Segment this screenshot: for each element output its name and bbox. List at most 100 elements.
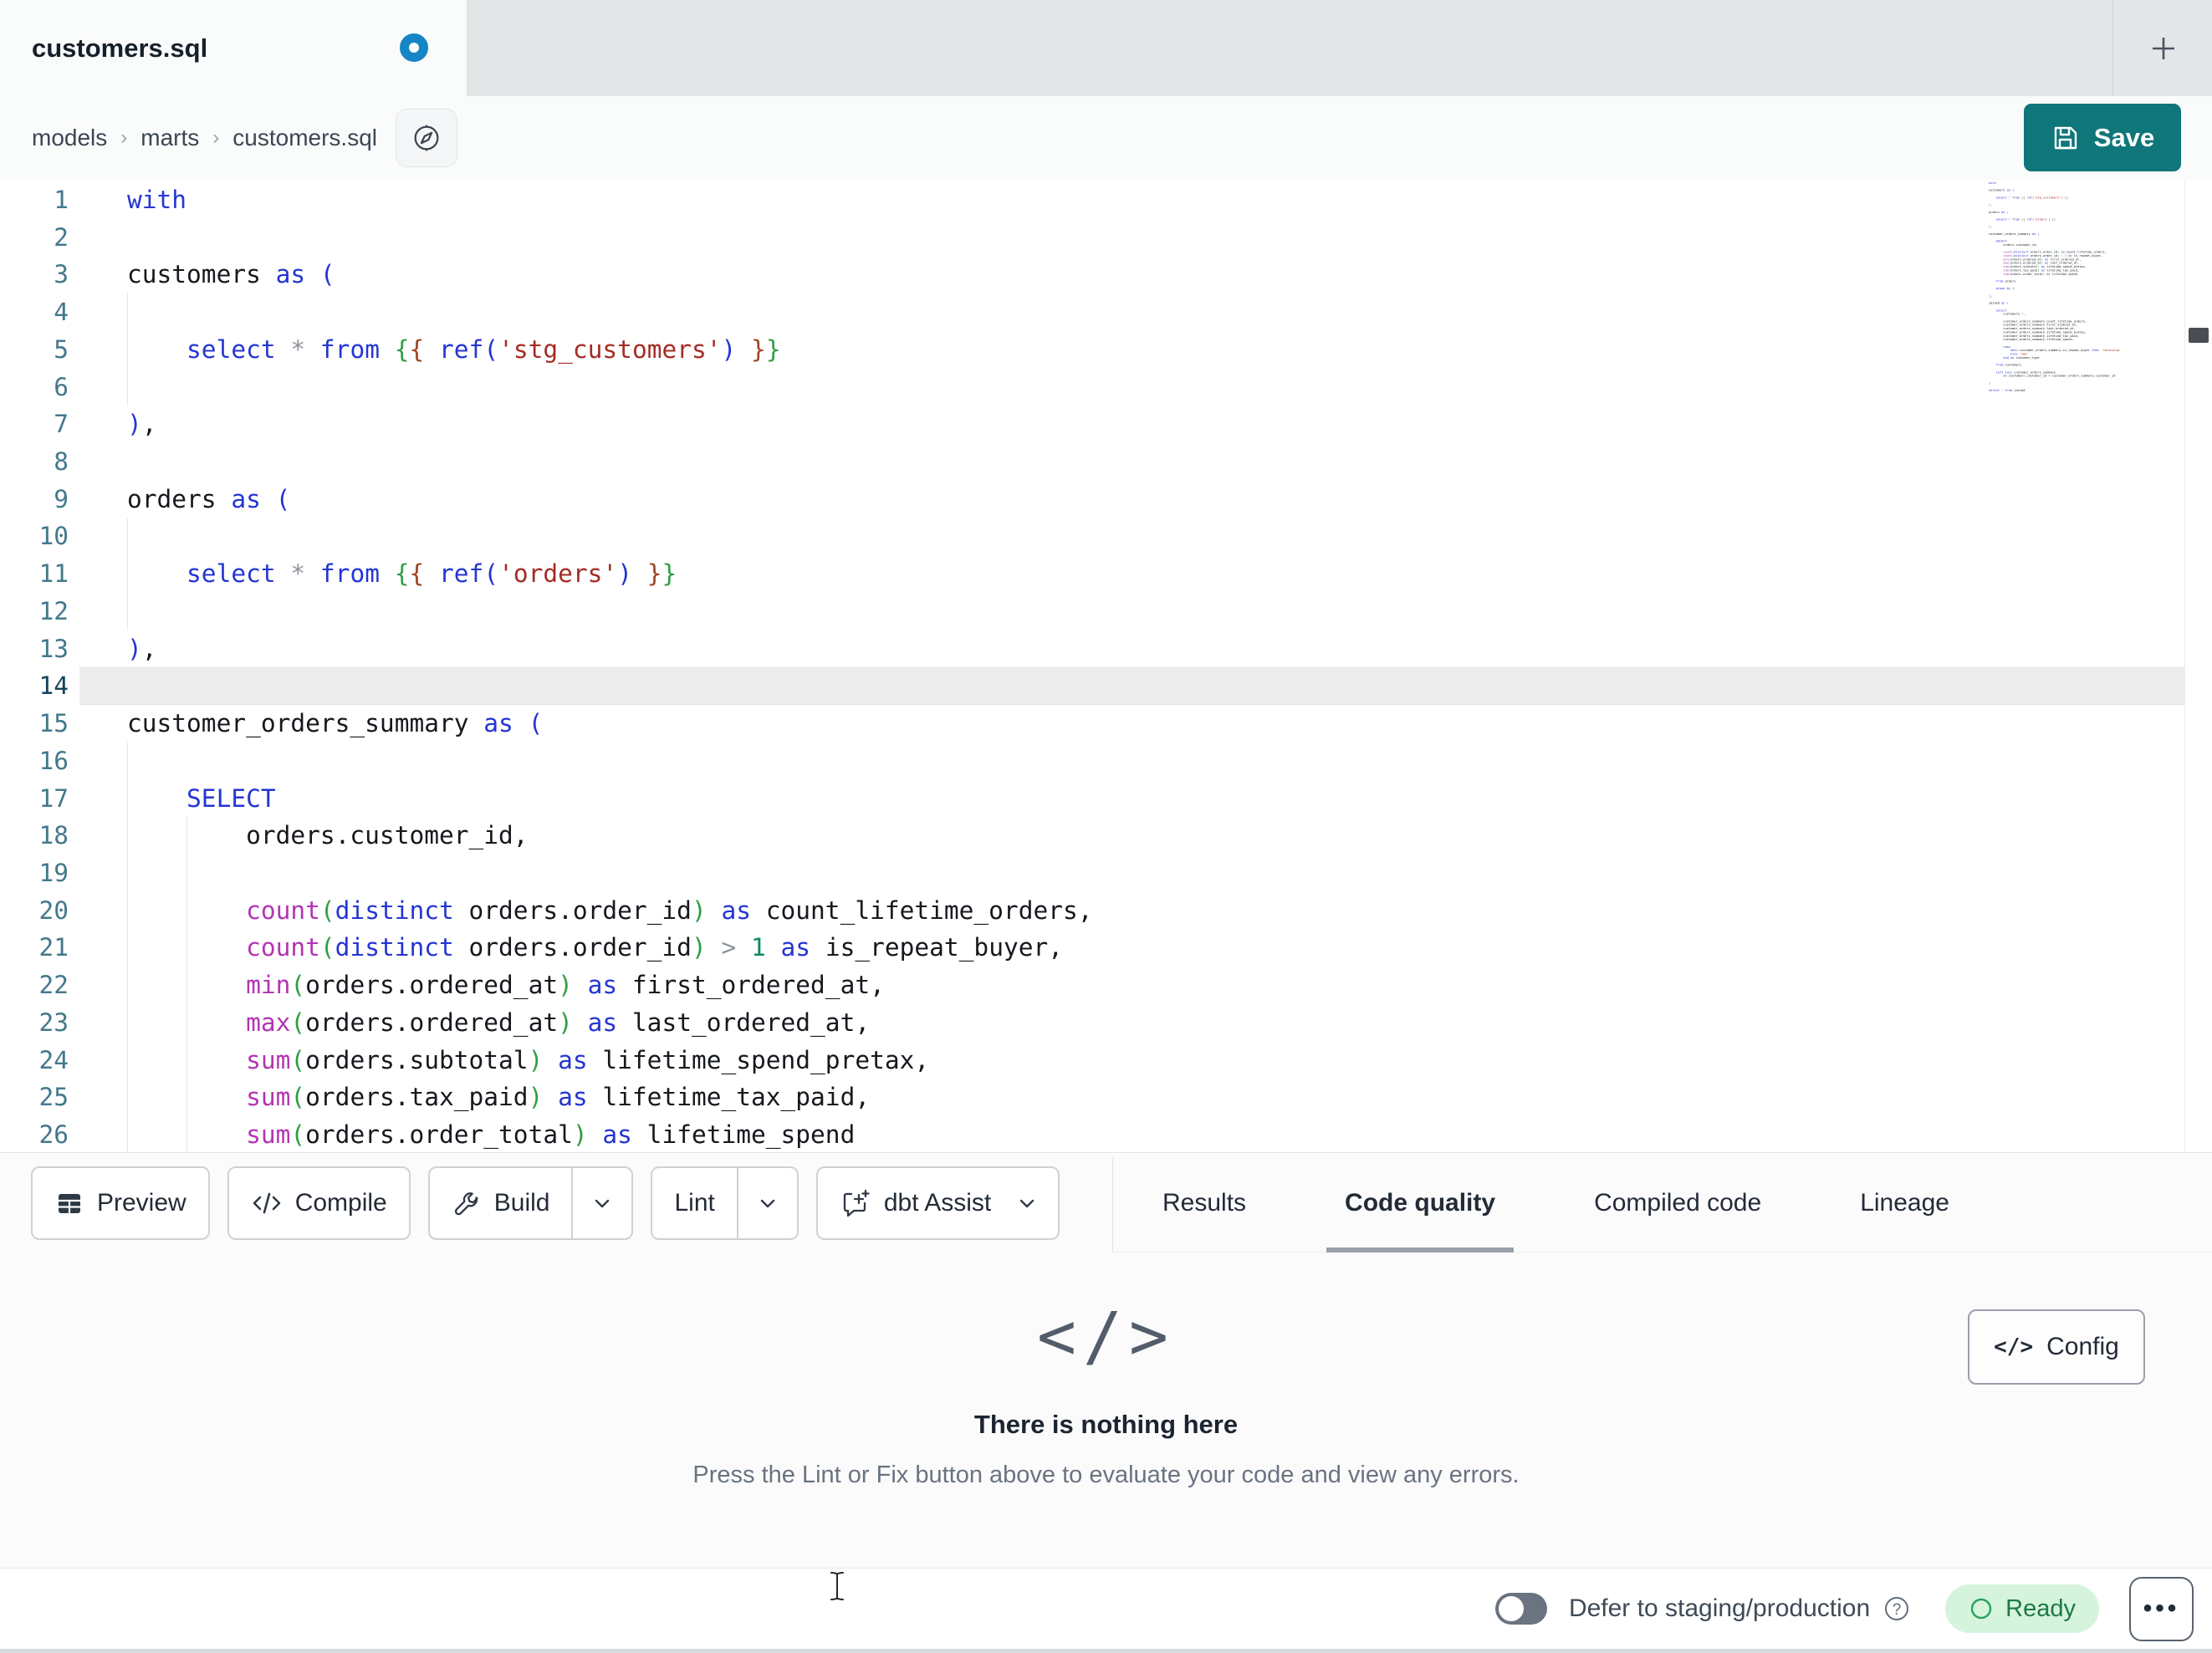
- code-line-17[interactable]: 17 SELECT: [0, 780, 2184, 818]
- compile-button[interactable]: Compile: [227, 1166, 411, 1240]
- code-line-21[interactable]: 21 count(distinct orders.order_id) > 1 a…: [0, 929, 2184, 967]
- code-line-19[interactable]: 19: [0, 855, 2184, 892]
- indent-guide: [127, 518, 128, 630]
- line-number: 5: [54, 334, 69, 364]
- more-options-button[interactable]: •••: [2129, 1576, 2194, 1641]
- code-line-9[interactable]: 9 orders as (: [0, 481, 2184, 518]
- code-line-16[interactable]: 16: [0, 742, 2184, 780]
- code-line-13[interactable]: 13),: [0, 630, 2184, 668]
- chevron-down-icon: [590, 1191, 615, 1216]
- line-number: 6: [54, 372, 69, 401]
- minimap-line: select * from joined: [1989, 388, 2026, 393]
- code-icon: </>: [1994, 1334, 2034, 1360]
- line-number: 9: [54, 484, 69, 513]
- breadcrumb-separator: ›: [212, 126, 220, 149]
- code-line-23[interactable]: 23 max(orders.ordered_at) as last_ordere…: [0, 1004, 2184, 1042]
- tab-results[interactable]: Results: [1144, 1153, 1264, 1253]
- ready-label: Ready: [2005, 1594, 2076, 1622]
- scrollbar-thumb[interactable]: [2189, 328, 2209, 343]
- code-line-7[interactable]: 7),: [0, 406, 2184, 443]
- new-tab-button[interactable]: [2112, 0, 2212, 96]
- plus-icon: [2146, 31, 2181, 66]
- empty-state: </> There is nothing here Press the Lint…: [0, 1299, 2212, 1489]
- lint-dropdown-button[interactable]: [736, 1168, 797, 1238]
- line-number: 24: [38, 1045, 69, 1074]
- dbt-assist-button[interactable]: dbt Assist: [815, 1166, 1060, 1240]
- line-number: 20: [38, 895, 69, 925]
- code-line-6[interactable]: 6: [0, 369, 2184, 406]
- code-line-4[interactable]: 4: [0, 293, 2184, 331]
- code-line-2[interactable]: 2: [0, 219, 2184, 257]
- breadcrumb: models › marts › customers.sql: [32, 125, 377, 151]
- code-line-26[interactable]: 26 sum(orders.order_total) as lifetime_s…: [0, 1116, 2184, 1152]
- code-line-15[interactable]: 15 customer_orders_summary as (: [0, 705, 2184, 742]
- save-button[interactable]: Save: [2024, 104, 2181, 171]
- panel-tabs: Results Code quality Compiled code Linea…: [1144, 1153, 1968, 1253]
- ready-circle-icon: [1969, 1596, 1994, 1621]
- line-number: 2: [54, 222, 69, 252]
- code-line-3[interactable]: 3 customers as (: [0, 256, 2184, 293]
- code-line-11[interactable]: 11 select * from {{ ref('orders') }}: [0, 555, 2184, 593]
- window-bottom-edge: [0, 1649, 2212, 1653]
- toggle-knob: [1498, 1596, 1524, 1621]
- line-number: 18: [38, 821, 69, 850]
- code-line-10[interactable]: 10: [0, 518, 2184, 555]
- help-icon[interactable]: ?: [1882, 1594, 1912, 1624]
- line-number: 25: [38, 1083, 69, 1112]
- indent-guide: [127, 293, 128, 406]
- breadcrumb-item: customers.sql: [232, 125, 377, 151]
- line-number: 16: [38, 746, 69, 775]
- lint-split-button[interactable]: Lint: [651, 1166, 799, 1240]
- code-line-24[interactable]: 24 sum(orders.subtotal) as lifetime_spen…: [0, 1042, 2184, 1079]
- lint-button[interactable]: Lint: [652, 1168, 736, 1238]
- preview-button[interactable]: Preview: [31, 1166, 210, 1240]
- build-split-button[interactable]: Build: [427, 1166, 634, 1240]
- code-line-14[interactable]: 14: [0, 667, 2184, 706]
- tab-lineage[interactable]: Lineage: [1842, 1153, 1968, 1253]
- code-line-25[interactable]: 25 sum(orders.tax_paid) as lifetime_tax_…: [0, 1079, 2184, 1116]
- build-dropdown-button[interactable]: [571, 1168, 631, 1238]
- toolbar-tabs-divider: [1112, 1157, 1113, 1252]
- indent-guide: [186, 817, 188, 1152]
- build-button[interactable]: Build: [430, 1168, 572, 1238]
- code-line-1[interactable]: 1 with: [0, 181, 2184, 219]
- floppy-disk-icon: [2051, 123, 2081, 153]
- code-line-5[interactable]: 5 select * from {{ ref('stg_customers') …: [0, 331, 2184, 369]
- breadcrumb-separator: ›: [120, 126, 128, 149]
- breadcrumb-item: models: [32, 125, 108, 151]
- config-button[interactable]: </> Config: [1968, 1309, 2145, 1385]
- minimap[interactable]: with customers as ( select * from {{ ref…: [1989, 181, 2184, 392]
- dbt-assist-chevron[interactable]: [1013, 1168, 1058, 1238]
- wrench-icon: [452, 1188, 482, 1218]
- chat-sparkle-icon: [840, 1187, 871, 1219]
- code-line-18[interactable]: 18 orders.customer_id,: [0, 817, 2184, 855]
- code-line-8[interactable]: 8: [0, 443, 2184, 481]
- open-file-tab[interactable]: customers.sql: [0, 0, 467, 96]
- line-number: 19: [38, 858, 69, 887]
- results-panel: Preview Compile Build Lint dbt Assist Re…: [0, 1152, 2212, 1568]
- code-editor[interactable]: 1 with 2 3 customers as (4 5 select * from {{…: [0, 180, 2212, 1152]
- defer-toggle[interactable]: [1494, 1593, 1547, 1625]
- text-cursor-pointer-icon: [828, 1570, 846, 1602]
- build-button-label: Build: [493, 1189, 550, 1217]
- line-number: 10: [38, 522, 69, 551]
- file-header-row: models › marts › customers.sql Save: [0, 96, 2212, 181]
- lineage-compass-button[interactable]: [395, 109, 457, 167]
- code-lines[interactable]: 1 with 2 3 customers as (4 5 select * from {{…: [0, 181, 2184, 1152]
- tab-compiled-code[interactable]: Compiled code: [1576, 1153, 1780, 1253]
- chevron-down-icon: [1014, 1191, 1040, 1216]
- code-line-22[interactable]: 22 min(orders.ordered_at) as first_order…: [0, 967, 2184, 1004]
- line-number: 11: [38, 559, 69, 589]
- code-line-12[interactable]: 12: [0, 593, 2184, 630]
- line-number: 12: [38, 596, 69, 625]
- editor-tab-bar: customers.sql: [0, 0, 2212, 96]
- status-bar: Defer to staging/production ? Ready •••: [0, 1568, 2212, 1649]
- tab-code-quality[interactable]: Code quality: [1326, 1153, 1515, 1253]
- empty-state-title: There is nothing here: [973, 1410, 1239, 1439]
- ellipsis-icon: •••: [2143, 1594, 2180, 1622]
- line-number: 14: [38, 671, 69, 701]
- line-number: 3: [54, 260, 69, 289]
- code-line-20[interactable]: 20 count(distinct orders.order_id) as co…: [0, 892, 2184, 930]
- scrollbar-track: [2184, 180, 2185, 1152]
- chevron-down-icon: [755, 1191, 780, 1216]
